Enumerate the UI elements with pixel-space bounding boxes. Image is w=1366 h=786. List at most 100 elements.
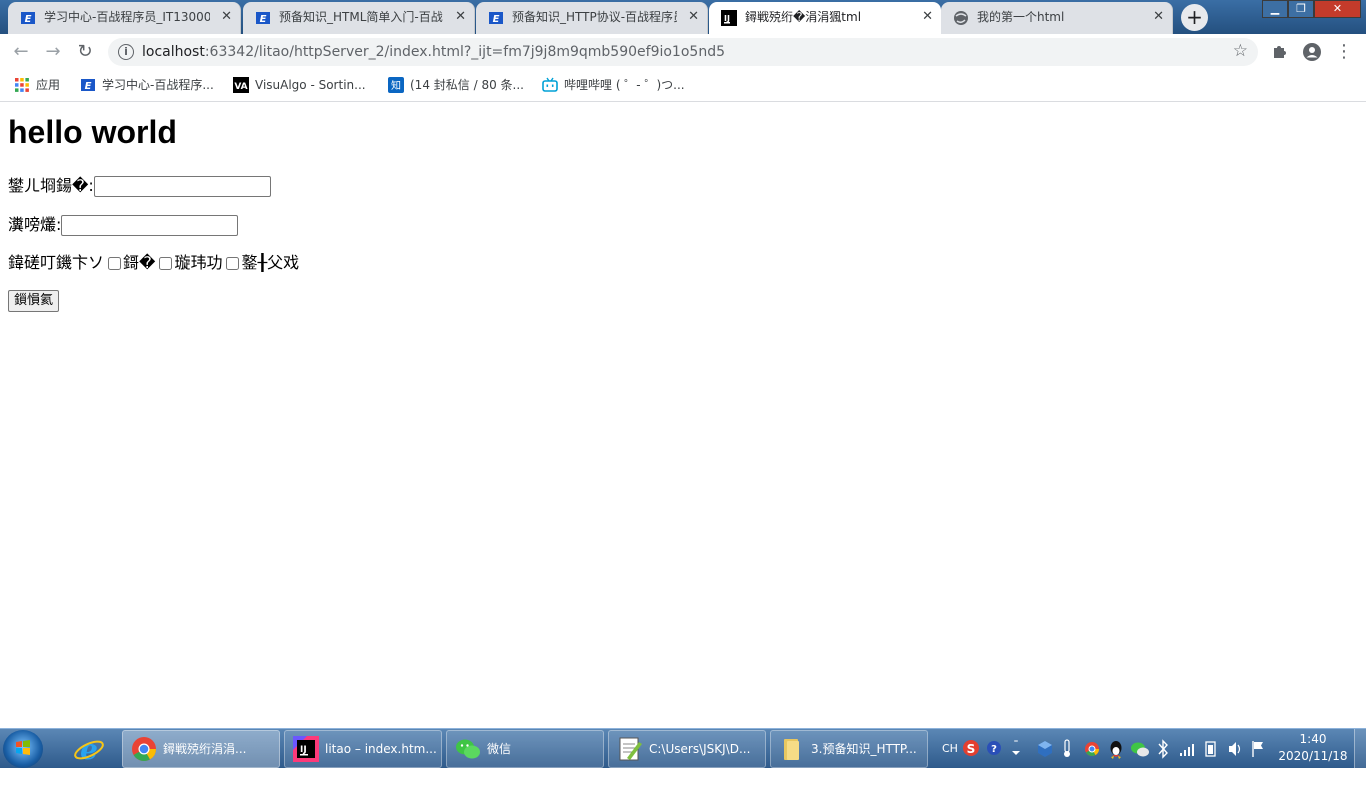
close-tab-icon[interactable]: ✕: [455, 2, 466, 32]
back-arrow-icon[interactable]: ←: [9, 40, 33, 64]
wechat-tray-icon[interactable]: [1130, 729, 1150, 769]
tab-my-first-html[interactable]: 我的第一个html ✕: [941, 2, 1173, 34]
svg-text:⁼: ⁼: [1014, 739, 1019, 749]
bookmark-visualgo[interactable]: VA VisuAlgo - Sortin...: [231, 70, 366, 100]
svg-text:IJ: IJ: [724, 14, 730, 23]
svg-text:e: e: [80, 733, 98, 765]
tab-title: 鐞戦殑绗�涓涓猦tml: [745, 10, 862, 24]
submit-button[interactable]: 鎻愪氦: [8, 290, 60, 312]
tab-html-intro[interactable]: E 预备知识_HTML简单入门-百战 ✕: [243, 2, 475, 34]
bookmark-label: 学习中心-百战程序...: [102, 78, 214, 92]
minimize-button[interactable]: ▁: [1262, 0, 1288, 18]
hobby-row: 鍏磋叮鐖卞ソ 鎶� 璇玮功 鐜╂父戏: [8, 251, 299, 275]
network-signal-icon[interactable]: [1178, 729, 1196, 769]
bookmark-label: 应用: [36, 78, 61, 92]
taskbar-chrome[interactable]: 鐞戦殑绗涓涓...: [122, 730, 280, 768]
hobby-checkbox-3[interactable]: [226, 257, 240, 270]
taskbar-label: C:\Users\JSKJ\D...: [649, 742, 751, 756]
hobby-option-1: 鎶�: [123, 253, 156, 272]
username-row: 鐢ㄦ埛鍚�:: [8, 174, 271, 198]
bookmark-apps[interactable]: 应用: [12, 70, 60, 100]
qq-icon[interactable]: [1107, 729, 1125, 769]
tab-title: 预备知识_HTML简单入门-百战: [279, 10, 443, 24]
hobby-option-2: 璇玮功: [174, 253, 223, 272]
extensions-puzzle-icon[interactable]: [1270, 42, 1290, 62]
close-tab-icon[interactable]: ✕: [688, 2, 699, 32]
ime-indicator[interactable]: CH: [942, 729, 958, 769]
battery-power-icon[interactable]: [1203, 729, 1219, 769]
url-text[interactable]: localhost:63342/litao/httpServer_2/index…: [142, 38, 725, 66]
close-tab-icon[interactable]: ✕: [922, 2, 933, 32]
password-input[interactable]: [61, 215, 239, 236]
bookmark-bilibili[interactable]: 哔哩哔哩 ( ゜- ゜)つ...: [540, 70, 685, 100]
password-row: 瀵嗙爜:: [8, 213, 239, 237]
password-label: 瀵嗙爜:: [8, 215, 62, 234]
keyboard-options-icon[interactable]: ⁼: [1008, 729, 1024, 769]
svg-text:知: 知: [391, 79, 401, 92]
svg-text:E: E: [260, 14, 267, 25]
bookmark-zhihu[interactable]: 知 (14 封私信 / 80 条...: [386, 70, 524, 100]
more-menu-icon[interactable]: ⋮: [1334, 42, 1354, 62]
svg-text:IJ: IJ: [300, 745, 307, 755]
clock-date: 2020/11/18: [1278, 749, 1348, 763]
site-info-icon[interactable]: i: [118, 44, 134, 60]
tab-strip: E 学习中心-百战程序员_IT13000 ✕ E 预备知识_HTML简单入门-百…: [0, 0, 1366, 34]
taskbar-wechat[interactable]: 微信: [446, 730, 604, 768]
forward-arrow-icon[interactable]: →: [41, 40, 65, 64]
profile-avatar-icon[interactable]: [1302, 42, 1322, 62]
username-input[interactable]: [93, 176, 271, 197]
wechat-icon: [456, 739, 480, 759]
notepadpp-icon: [619, 737, 642, 761]
tab-active-page[interactable]: IJ 鐞戦殑绗�涓涓猦tml ✕: [709, 2, 941, 34]
close-tab-icon[interactable]: ✕: [1153, 2, 1164, 32]
internet-explorer-icon[interactable]: e: [72, 733, 106, 766]
intellij-icon: IJ: [293, 736, 319, 762]
windows-logo-icon: [16, 740, 30, 755]
chrome-tray-icon[interactable]: [1083, 729, 1101, 769]
temperature-icon[interactable]: [1060, 729, 1074, 769]
close-tab-icon[interactable]: ✕: [221, 2, 232, 32]
chrome-icon: [132, 737, 156, 762]
taskbar-notepadpp[interactable]: C:\Users\JSKJ\D...: [608, 730, 766, 768]
folder-icon: [784, 739, 799, 760]
baizhan-icon: E: [21, 12, 35, 25]
username-label: 鐢ㄦ埛鍚�:: [8, 176, 94, 195]
hobby-checkbox-1[interactable]: [108, 257, 122, 270]
new-tab-button[interactable]: +: [1181, 4, 1208, 31]
reload-icon[interactable]: ↻: [73, 40, 97, 64]
tab-http-protocol[interactable]: E 预备知识_HTTP协议-百战程序员 ✕: [476, 2, 708, 34]
svg-text:VA: VA: [234, 82, 247, 92]
svg-text:S: S: [967, 742, 976, 756]
svg-text:?: ?: [991, 744, 997, 755]
sogou-icon[interactable]: S: [962, 729, 980, 769]
zhihu-icon: 知: [388, 77, 404, 93]
bluetooth-icon[interactable]: [1156, 729, 1170, 769]
help-icon[interactable]: ?: [985, 729, 1003, 769]
virtualbox-icon[interactable]: [1036, 729, 1054, 769]
tab-title: 我的第一个html: [977, 10, 1065, 24]
bookmark-learning-center[interactable]: E 学习中心-百战程序...: [78, 70, 214, 100]
close-window-button[interactable]: ✕: [1314, 0, 1361, 18]
svg-text:E: E: [25, 14, 32, 25]
system-clock[interactable]: 1:40 2020/11/18: [1276, 731, 1350, 765]
hobby-option-3: 鐜╂父戏: [241, 253, 300, 272]
page-content: hello world 鐢ㄦ埛鍚�: 瀵嗙爜: 鍏磋叮鐖卞ソ 鎶� 璇玮功 鐜╂父戏 …: [0, 103, 1366, 728]
maximize-button[interactable]: ❐: [1288, 0, 1314, 18]
address-bar[interactable]: i localhost:63342/litao/httpServer_2/ind…: [108, 38, 1258, 66]
taskbar-label: litao – index.htm...: [325, 742, 437, 756]
bookmark-star-icon[interactable]: ☆: [1233, 41, 1248, 61]
show-desktop-button[interactable]: [1354, 729, 1366, 769]
baizhan-icon: E: [256, 12, 270, 25]
tab-learning-center[interactable]: E 学习中心-百战程序员_IT13000 ✕: [8, 2, 241, 34]
clock-time: 1:40: [1299, 732, 1327, 746]
windows-start-button[interactable]: [3, 730, 43, 768]
hobby-checkbox-2[interactable]: [159, 257, 173, 270]
url-path: :63342/litao/httpServer_2/index.html?_ij…: [204, 44, 725, 60]
baizhan-icon: E: [81, 79, 95, 92]
action-center-flag-icon[interactable]: [1250, 729, 1266, 769]
taskbar-intellij[interactable]: IJ litao – index.htm...: [284, 730, 442, 768]
bookmark-label: (14 封私信 / 80 条...: [410, 78, 524, 92]
taskbar-explorer-folder[interactable]: 3.预备知识_HTTP...: [770, 730, 928, 768]
hobby-label: 鍏磋叮鐖卞ソ: [8, 253, 105, 272]
volume-icon[interactable]: [1227, 729, 1243, 769]
